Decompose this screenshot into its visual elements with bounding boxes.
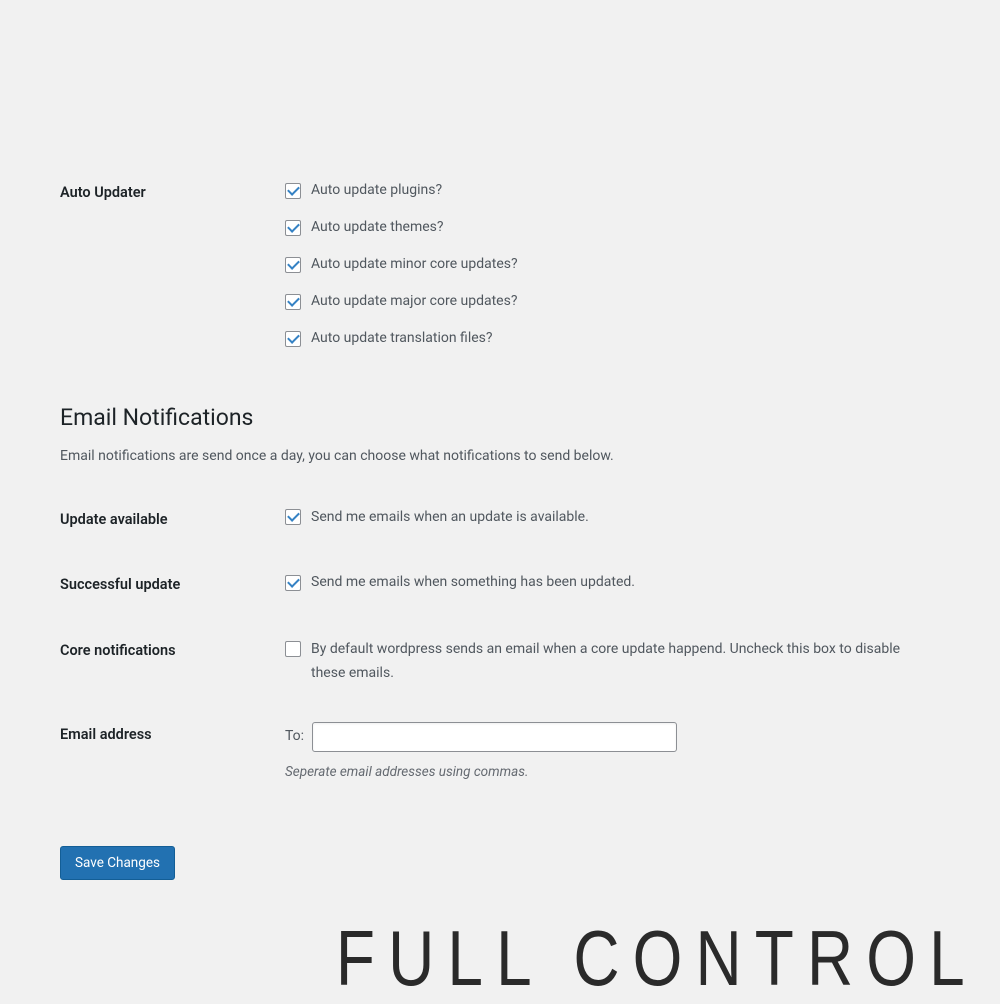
update-available-option-label: Send me emails when an update is availab…	[311, 507, 589, 528]
core-notifications-option-label: By default wordpress sends an email when…	[311, 638, 931, 686]
core-notifications-row: Core notifications By default wordpress …	[60, 638, 940, 686]
core-notifications-option: By default wordpress sends an email when…	[285, 638, 940, 686]
auto-update-major-core-option: Auto update major core updates?	[285, 291, 940, 312]
update-available-checkbox[interactable]	[285, 509, 301, 525]
email-address-row: Email address To: Seperate email address…	[60, 722, 940, 782]
auto-update-minor-core-checkbox[interactable]	[285, 257, 301, 273]
auto-update-translation-option: Auto update translation files?	[285, 328, 940, 349]
email-notifications-description: Email notifications are send once a day,…	[60, 446, 940, 467]
successful-update-row: Successful update Send me emails when so…	[60, 572, 940, 596]
successful-update-label: Successful update	[60, 572, 285, 596]
auto-updater-label: Auto Updater	[60, 180, 285, 204]
email-address-label: Email address	[60, 722, 285, 746]
auto-update-minor-core-option: Auto update minor core updates?	[285, 254, 940, 275]
auto-update-themes-checkbox[interactable]	[285, 220, 301, 236]
core-notifications-label: Core notifications	[60, 638, 285, 662]
save-changes-button[interactable]: Save Changes	[60, 846, 175, 880]
email-address-hint: Seperate email addresses using commas.	[285, 762, 940, 782]
auto-update-plugins-option: Auto update plugins?	[285, 180, 940, 201]
auto-update-major-core-checkbox[interactable]	[285, 294, 301, 310]
hero-text: FULL CONTROL	[336, 913, 978, 1004]
successful-update-option-label: Send me emails when something has been u…	[311, 572, 635, 593]
update-available-row: Update available Send me emails when an …	[60, 507, 940, 531]
email-to-label: To:	[285, 726, 304, 747]
successful-update-option: Send me emails when something has been u…	[285, 572, 940, 593]
auto-update-translation-label: Auto update translation files?	[311, 328, 493, 349]
auto-updater-options: Auto update plugins? Auto update themes?…	[285, 180, 940, 349]
auto-updater-row: Auto Updater Auto update plugins? Auto u…	[60, 180, 940, 349]
auto-update-themes-option: Auto update themes?	[285, 217, 940, 238]
auto-update-translation-checkbox[interactable]	[285, 331, 301, 347]
auto-update-plugins-checkbox[interactable]	[285, 183, 301, 199]
auto-update-plugins-label: Auto update plugins?	[311, 180, 442, 201]
successful-update-checkbox[interactable]	[285, 575, 301, 591]
auto-update-themes-label: Auto update themes?	[311, 217, 444, 238]
email-notifications-title: Email Notifications	[60, 401, 940, 436]
update-available-label: Update available	[60, 507, 285, 531]
update-available-option: Send me emails when an update is availab…	[285, 507, 940, 528]
core-notifications-checkbox[interactable]	[285, 641, 301, 657]
email-address-input[interactable]	[312, 722, 677, 752]
auto-update-major-core-label: Auto update major core updates?	[311, 291, 517, 312]
auto-update-minor-core-label: Auto update minor core updates?	[311, 254, 518, 275]
